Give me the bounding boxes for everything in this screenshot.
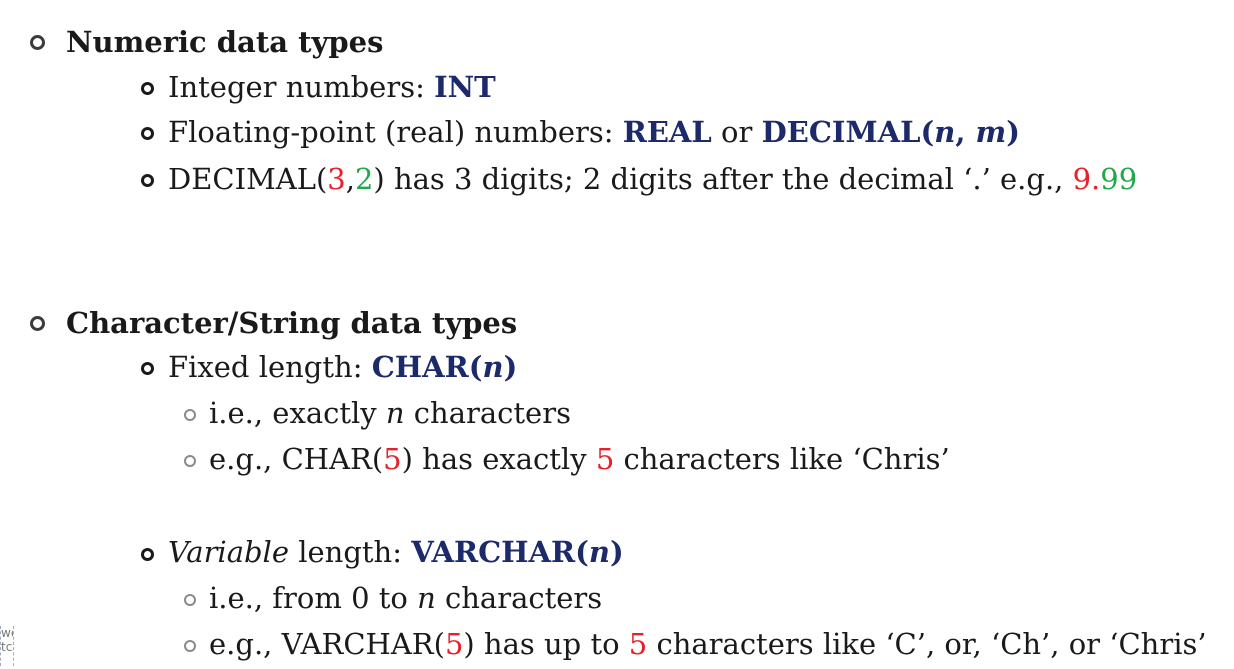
variable-length-desc: i.e., from 0 to n characters [209, 581, 603, 615]
level1-bullet-icon [30, 35, 45, 50]
fixed-length-example: e.g., CHAR(5) has exactly 5 characters l… [209, 442, 950, 476]
level3-bullet-icon [184, 640, 196, 652]
level2-bullet-icon [141, 362, 154, 375]
decimal-example-line: DECIMAL(3,2) has 3 digits; 2 digits afte… [168, 162, 1138, 196]
level2-bullet-icon [141, 174, 154, 187]
clipped-corner-text: wetc [0, 626, 14, 666]
level1-bullet-icon [30, 316, 45, 331]
level3-bullet-icon [184, 455, 196, 467]
level3-bullet-icon [184, 594, 196, 606]
level2-bullet-icon [141, 548, 154, 561]
level2-bullet-icon [141, 82, 154, 95]
section-heading-character: Character/String data types [66, 306, 518, 340]
variable-length-line: Variable length: VARCHAR(n) [168, 535, 624, 569]
fixed-length-line: Fixed length: CHAR(n) [168, 350, 518, 384]
integer-line: Integer numbers: INT [168, 70, 496, 104]
variable-length-example: e.g., VARCHAR(5) has up to 5 characters … [209, 627, 1207, 661]
float-line: Floating-point (real) numbers: REAL or D… [168, 115, 1020, 149]
level2-bullet-icon [141, 127, 154, 140]
level3-bullet-icon [184, 409, 196, 421]
section-heading-numeric: Numeric data types [66, 25, 384, 59]
fixed-length-desc: i.e., exactly n characters [209, 396, 571, 430]
